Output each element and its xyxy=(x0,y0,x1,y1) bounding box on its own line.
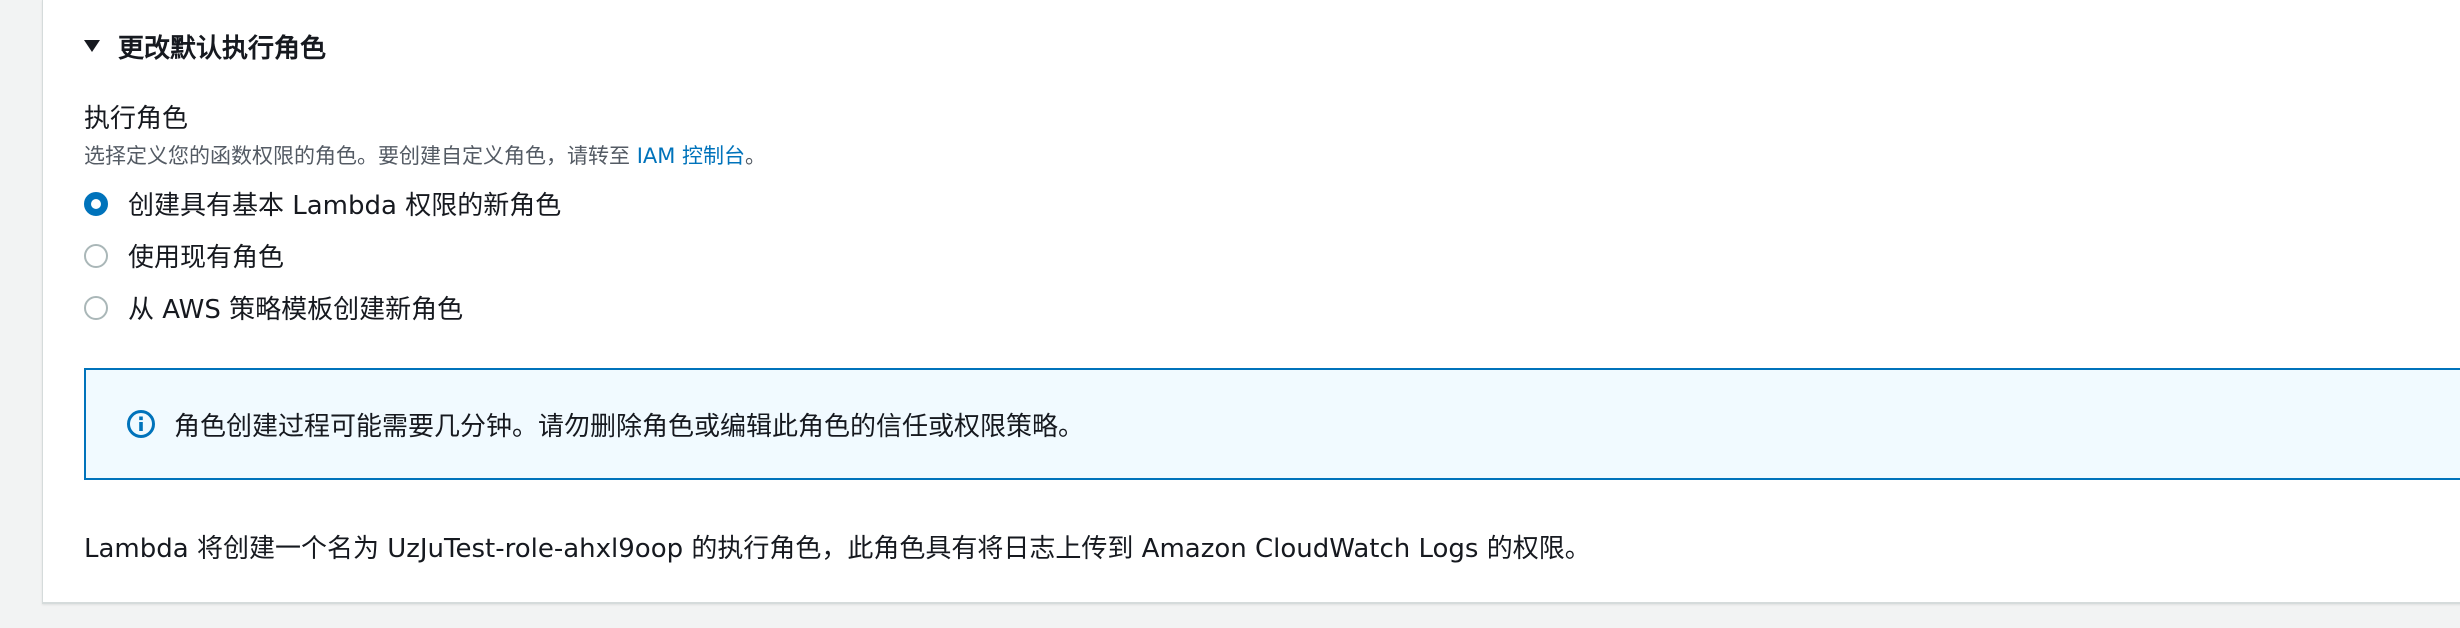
radio-create-from-template[interactable]: 从 AWS 策略模板创建新角色 xyxy=(84,289,463,326)
description-suffix: 。 xyxy=(745,144,767,168)
radio-create-basic-role[interactable]: 创建具有基本 Lambda 权限的新角色 xyxy=(84,185,561,222)
radio-label: 使用现有角色 xyxy=(128,243,285,273)
info-text: 角色创建过程可能需要几分钟。请勿删除角色或编辑此角色的信任或权限策略。 xyxy=(174,411,1085,442)
radio-unchecked-icon[interactable] xyxy=(84,295,108,320)
expand-section-toggle[interactable]: 更改默认执行角色 xyxy=(84,26,326,66)
iam-console-link[interactable]: IAM 控制台 xyxy=(637,144,745,168)
info-alert: 角色创建过程可能需要几分钟。请勿删除角色或编辑此角色的信任或权限策略。 xyxy=(84,368,2460,480)
radio-use-existing-role[interactable]: 使用现有角色 xyxy=(84,237,284,274)
role-creation-note: Lambda 将创建一个名为 UzJuTest-role-ahxl9oop 的执… xyxy=(84,534,1591,564)
info-icon xyxy=(127,410,155,438)
execution-role-description: 选择定义您的函数权限的角色。要创建自定义角色，请转至 IAM 控制台。 xyxy=(84,140,766,170)
radio-unchecked-icon[interactable] xyxy=(84,243,108,268)
description-text: 选择定义您的函数权限的角色。要创建自定义角色，请转至 xyxy=(84,144,630,168)
radio-checked-icon[interactable] xyxy=(84,191,108,216)
radio-label: 创建具有基本 Lambda 权限的新角色 xyxy=(128,191,562,221)
section-title: 更改默认执行角色 xyxy=(118,33,327,64)
caret-down-icon xyxy=(84,40,100,52)
radio-label: 从 AWS 策略模板创建新角色 xyxy=(128,295,464,325)
execution-role-label: 执行角色 xyxy=(84,104,189,134)
